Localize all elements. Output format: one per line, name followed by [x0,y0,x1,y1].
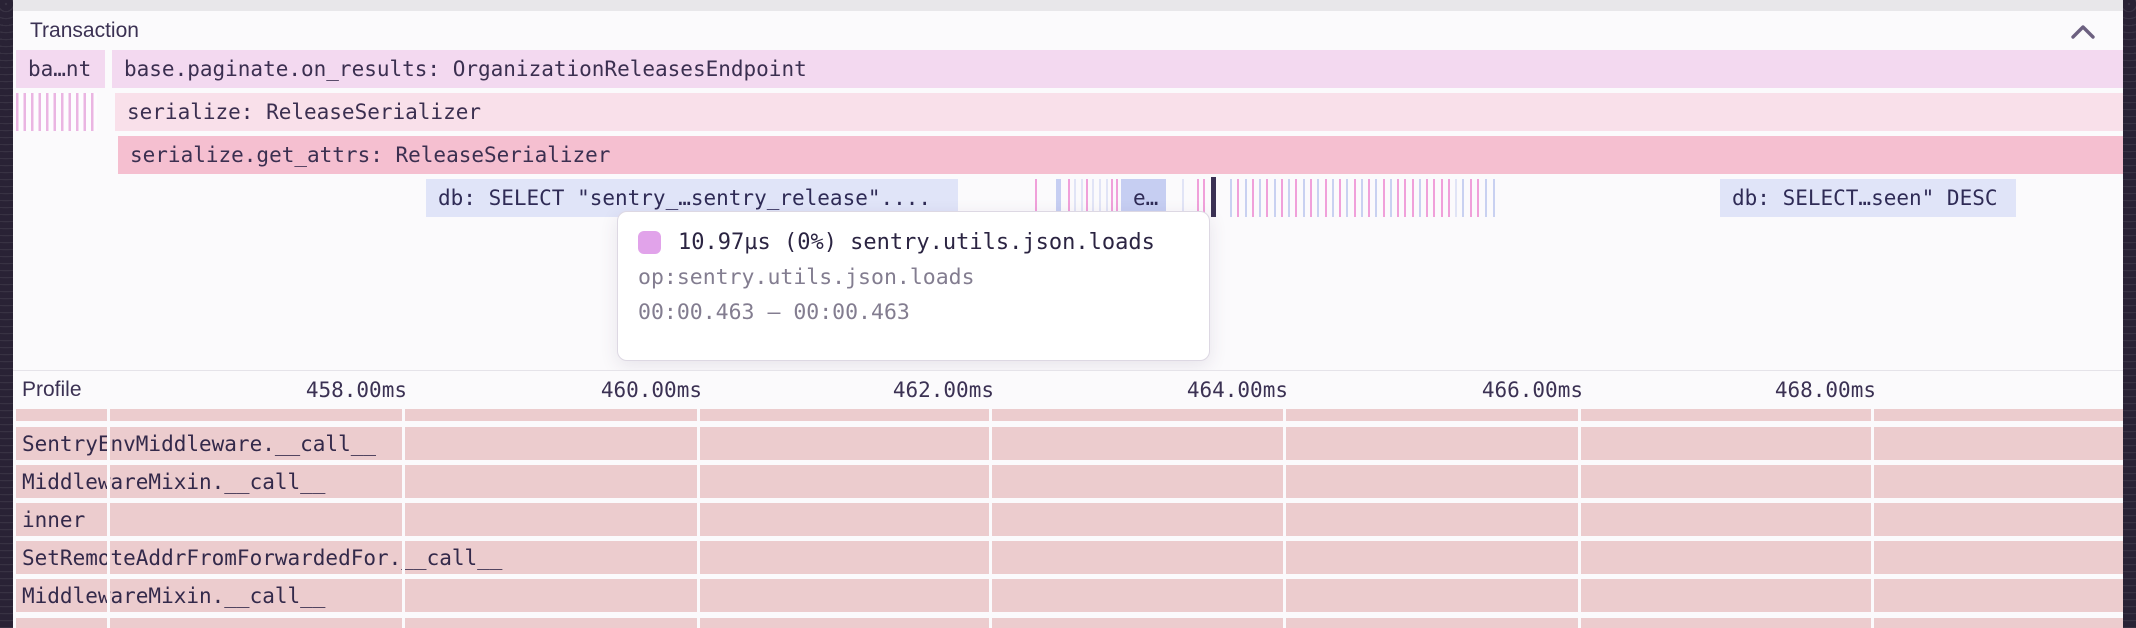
span-tick[interactable] [1426,179,1428,217]
gridline [402,409,405,628]
tooltip-time-range: 00:00.463 — 00:00.463 [638,295,1189,330]
span-row: ba…ntbase.paginate.on_results: Organizat… [0,50,2136,88]
transaction-section-header: Transaction [13,11,2123,50]
span-tick[interactable] [1477,179,1479,217]
span-bar[interactable]: serialize: ReleaseSerializer [115,93,2123,131]
gridline [1283,409,1286,628]
profile-frame-row[interactable]: SentryEnvMiddleware.__call__ [16,427,2123,460]
span-tick[interactable] [1281,179,1283,217]
profile-frame-row-clipped[interactable] [16,409,2123,421]
profile-frame-row[interactable]: MiddlewareMixin.__call__ [16,579,2123,612]
span-tick[interactable] [1288,179,1290,217]
span-tick[interactable] [1419,179,1421,217]
gridline [1578,409,1581,628]
span-tick[interactable] [1339,179,1341,217]
collapse-section-button[interactable] [2065,17,2101,47]
span-tick[interactable] [1259,179,1261,217]
span-tick[interactable] [1412,179,1414,217]
transaction-section-title: Transaction [30,11,139,50]
axis-tick-label: 458.00ms [257,371,407,409]
span-tick[interactable] [1390,179,1392,217]
span-tick[interactable] [1274,179,1276,217]
gridline [1871,409,1874,628]
span-tick[interactable] [1325,179,1327,217]
span-tick[interactable] [1332,179,1334,217]
span-tick[interactable] [1245,179,1247,217]
frame-name: MiddlewareMixin.__call__ [22,465,325,498]
span-tick[interactable] [1433,179,1435,217]
span-tooltip: 10.97µs (0%) sentry.utils.json.loads op:… [617,211,1210,361]
span-tick[interactable] [1346,179,1348,217]
span-bar[interactable]: base.paginate.on_results: OrganizationRe… [112,50,2123,88]
span-tick[interactable] [1266,179,1268,217]
tooltip-summary-text: 10.97µs (0%) sentry.utils.json.loads [678,230,1155,255]
span-tick[interactable] [1448,179,1450,217]
hidden-spans-stripes[interactable] [16,93,97,131]
span-color-swatch [638,231,661,254]
span-tick[interactable] [1252,179,1254,217]
gridline [989,409,992,628]
span-tick[interactable] [1404,179,1406,217]
gridline [697,409,700,628]
span-tick[interactable] [1310,179,1312,217]
span-tick[interactable] [1485,179,1487,217]
span-marker[interactable] [1211,177,1216,217]
frame-name: MiddlewareMixin.__call__ [22,579,325,612]
gridline [107,409,110,628]
span-tick[interactable] [1493,179,1495,217]
span-tick[interactable] [1237,179,1239,217]
span-bar[interactable]: db: SELECT…seen" DESC [1720,179,2016,217]
span-tick[interactable] [1361,179,1363,217]
span-tick[interactable] [1470,179,1472,217]
span-tick[interactable] [1354,179,1356,217]
top-window-edge [13,0,2123,11]
span-row: serialize: ReleaseSerializer [0,93,2136,131]
span-tick[interactable] [1230,179,1232,217]
tooltip-summary-line: 10.97µs (0%) sentry.utils.json.loads [638,225,1189,260]
span-tick[interactable] [1317,179,1319,217]
chevron-up-icon [2070,24,2096,40]
profile-frame-row[interactable]: MiddlewareMixin.__call__ [16,465,2123,498]
profile-section-title: Profile [22,371,82,409]
span-tick[interactable] [1303,179,1305,217]
span-bar[interactable]: ba…nt [16,50,105,88]
axis-tick-label: 462.00ms [844,371,994,409]
span-tick[interactable] [1441,179,1443,217]
span-tick[interactable] [1375,179,1377,217]
span-tick[interactable] [1295,179,1297,217]
span-row: serialize.get_attrs: ReleaseSerializer [0,136,2136,174]
profile-frame-row[interactable]: inner [16,503,2123,536]
span-tick[interactable] [1462,179,1464,217]
tooltip-op-line: op:sentry.utils.json.loads [638,260,1189,295]
axis-tick-label: 464.00ms [1138,371,1288,409]
axis-tick-label: 466.00ms [1433,371,1583,409]
span-tick[interactable] [1368,179,1370,217]
axis-tick-label: 468.00ms [1726,371,1876,409]
trace-profile-viewer: Transaction ba…ntbase.paginate.on_result… [0,0,2136,628]
frame-name: SentryEnvMiddleware.__call__ [22,427,376,460]
span-bar[interactable]: serialize.get_attrs: ReleaseSerializer [118,136,2123,174]
span-tick[interactable] [1383,179,1385,217]
frame-name: SetRemoteAddrFromForwardedFor.__call__ [22,541,502,574]
profile-section-header: Profile 458.00ms 460.00ms 462.00ms 464.00ms… [13,371,2123,409]
frame-name: inner [22,503,85,536]
axis-tick-label: 460.00ms [552,371,702,409]
span-tick[interactable] [1397,179,1399,217]
profile-frame-row[interactable]: SetRemoteAddrFromForwardedFor.__call__ [16,541,2123,574]
span-tick[interactable] [1455,179,1457,217]
profile-frame-row-clipped[interactable] [16,618,2123,628]
